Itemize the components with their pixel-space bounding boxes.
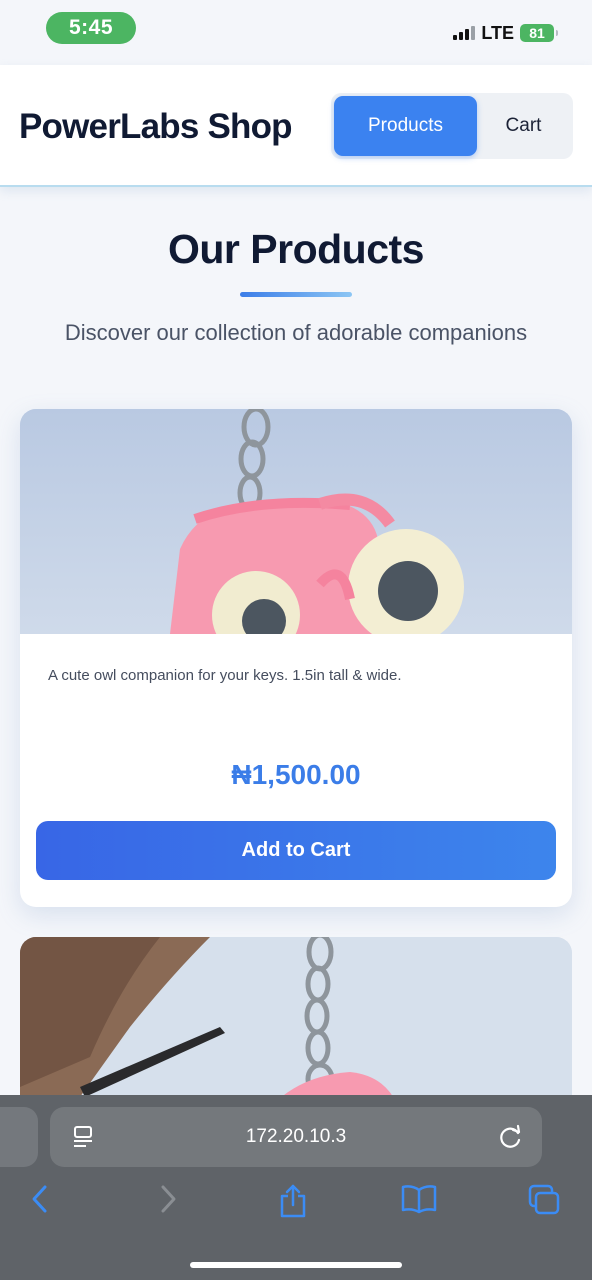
battery-icon: 81 [520, 24, 558, 42]
product-image[interactable] [20, 409, 572, 634]
book-icon[interactable] [400, 1183, 438, 1215]
product-description: A cute owl companion for your keys. 1.5i… [48, 667, 402, 684]
add-to-cart-button[interactable]: Add to Cart [36, 821, 556, 880]
nav-cart-button[interactable]: Cart [477, 96, 570, 156]
status-bar: 5:45 LTE 81 [0, 0, 592, 64]
previous-tab-preview[interactable] [0, 1107, 38, 1167]
page-title: Our Products [168, 226, 424, 272]
home-indicator[interactable] [190, 1262, 402, 1268]
chevron-right-icon[interactable] [156, 1183, 180, 1215]
site-header: PowerLabs Shop Products Cart [0, 65, 592, 187]
page-subtitle: Discover our collection of adorable comp… [64, 320, 528, 345]
main-nav: Products Cart [331, 93, 573, 159]
cellular-signal-icon [453, 26, 476, 40]
network-type: LTE [481, 22, 514, 43]
browser-toolbar: 172.20.10.3 [0, 1095, 592, 1280]
brand-logo-text[interactable]: PowerLabs Shop [19, 107, 293, 147]
address-bar[interactable]: 172.20.10.3 [50, 1107, 542, 1167]
status-indicators: LTE 81 [453, 22, 558, 44]
product-card: A cute owl companion for your keys. 1.5i… [20, 409, 572, 907]
url-text[interactable]: 172.20.10.3 [50, 1107, 542, 1167]
share-icon[interactable] [278, 1183, 308, 1219]
tabs-icon[interactable] [526, 1183, 562, 1217]
battery-level: 81 [529, 25, 545, 41]
product-price: ₦1,500.00 [231, 759, 361, 790]
status-time: 5:45 [46, 12, 136, 44]
nav-products-button[interactable]: Products [334, 96, 477, 156]
reload-icon[interactable] [498, 1124, 524, 1150]
title-underline [240, 292, 352, 297]
chevron-left-icon[interactable] [28, 1183, 52, 1215]
